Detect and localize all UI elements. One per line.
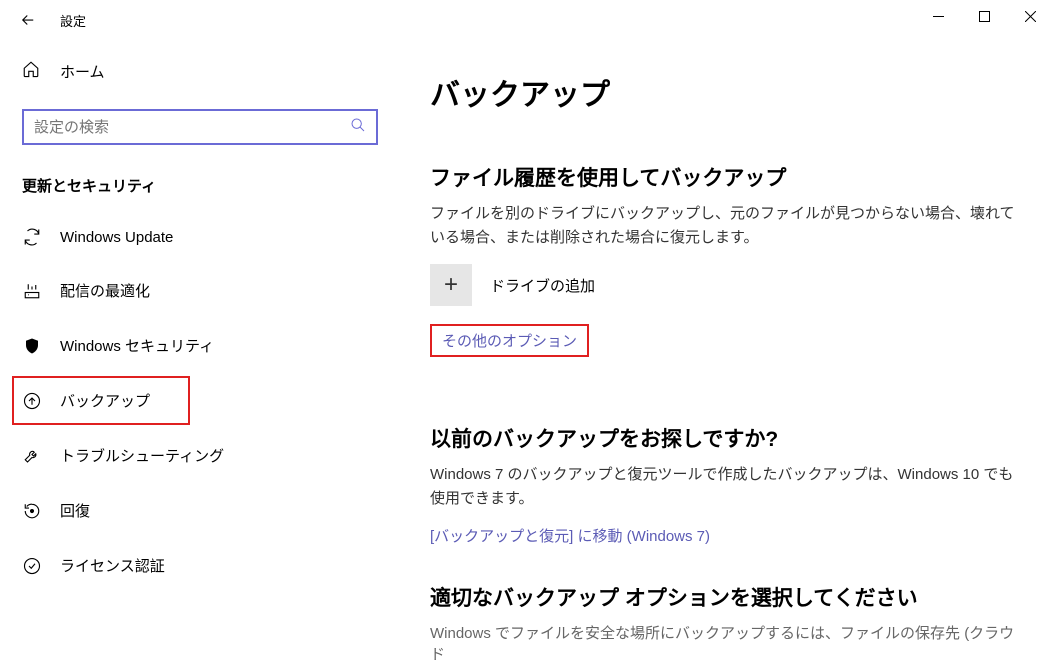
- close-button[interactable]: [1007, 0, 1053, 32]
- sidebar-item-recovery[interactable]: 回復: [0, 486, 400, 535]
- sidebar-item-activation[interactable]: ライセンス認証: [0, 541, 400, 590]
- section-description: Windows でファイルを安全な場所にバックアップするには、ファイルの保存先 …: [430, 622, 1023, 664]
- category-header: 更新とセキュリティ: [0, 167, 400, 214]
- section-description: ファイルを別のドライブにバックアップし、元のファイルが見つからない場合、壊れてい…: [430, 202, 1023, 250]
- add-drive-button[interactable]: + ドライブの追加: [430, 264, 1023, 306]
- close-icon: [1025, 11, 1036, 22]
- shield-icon: [22, 337, 42, 355]
- sidebar: ホーム 更新とセキュリティ Windows Update 配信の最適化: [0, 40, 400, 671]
- minimize-icon: [933, 11, 944, 22]
- sidebar-item-label: Windows Update: [60, 229, 173, 246]
- sync-icon: [22, 228, 42, 246]
- backup-restore-link[interactable]: [バックアップと復元] に移動 (Windows 7): [430, 525, 1023, 546]
- sidebar-item-label: バックアップ: [60, 390, 150, 411]
- sidebar-item-delivery[interactable]: 配信の最適化: [0, 266, 400, 315]
- section-heading: ファイル履歴を使用してバックアップ: [430, 162, 1023, 192]
- section-file-history: ファイル履歴を使用してバックアップ ファイルを別のドライブにバックアップし、元の…: [430, 162, 1023, 387]
- sidebar-item-label: 配信の最適化: [60, 280, 150, 301]
- minimize-button[interactable]: [915, 0, 961, 32]
- home-nav[interactable]: ホーム: [0, 50, 400, 93]
- section-previous-backup: 以前のバックアップをお探しですか? Windows 7 のバックアップと復元ツー…: [430, 423, 1023, 546]
- sidebar-item-security[interactable]: Windows セキュリティ: [0, 321, 400, 370]
- sidebar-item-label: トラブルシューティング: [60, 445, 224, 466]
- back-button[interactable]: [8, 0, 48, 40]
- arrow-left-icon: [19, 11, 37, 29]
- search-input[interactable]: [34, 119, 350, 136]
- sidebar-item-windows-update[interactable]: Windows Update: [0, 214, 400, 260]
- sidebar-item-backup[interactable]: バックアップ: [12, 376, 190, 425]
- content-container: ホーム 更新とセキュリティ Windows Update 配信の最適化: [0, 40, 1053, 671]
- window-controls: [915, 0, 1053, 32]
- delivery-icon: [22, 282, 42, 300]
- home-label: ホーム: [60, 61, 105, 82]
- search-icon: [350, 117, 366, 138]
- troubleshoot-icon: [22, 447, 42, 465]
- sidebar-item-label: 回復: [60, 500, 90, 521]
- sidebar-item-label: ライセンス認証: [60, 555, 165, 576]
- recovery-icon: [22, 502, 42, 520]
- section-backup-options: 適切なバックアップ オプションを選択してください Windows でファイルを安…: [430, 582, 1023, 664]
- sidebar-item-label: Windows セキュリティ: [60, 335, 214, 356]
- backup-icon: [22, 392, 42, 410]
- page-title: バックアップ: [430, 70, 1023, 114]
- maximize-button[interactable]: [961, 0, 1007, 32]
- home-icon: [22, 60, 42, 83]
- more-options-link[interactable]: その他のオプション: [430, 324, 589, 357]
- maximize-icon: [979, 11, 990, 22]
- section-heading: 以前のバックアップをお探しですか?: [430, 423, 1023, 453]
- titlebar: 設定: [0, 0, 1053, 40]
- main-content: バックアップ ファイル履歴を使用してバックアップ ファイルを別のドライブにバック…: [400, 40, 1053, 671]
- sidebar-item-troubleshoot[interactable]: トラブルシューティング: [0, 431, 400, 480]
- add-drive-label: ドライブの追加: [490, 275, 595, 296]
- window-title: 設定: [60, 11, 86, 30]
- activation-icon: [22, 557, 42, 575]
- section-description: Windows 7 のバックアップと復元ツールで作成したバックアップは、Wind…: [430, 463, 1023, 511]
- search-box[interactable]: [22, 109, 378, 145]
- section-heading: 適切なバックアップ オプションを選択してください: [430, 582, 1023, 612]
- plus-icon: +: [430, 264, 472, 306]
